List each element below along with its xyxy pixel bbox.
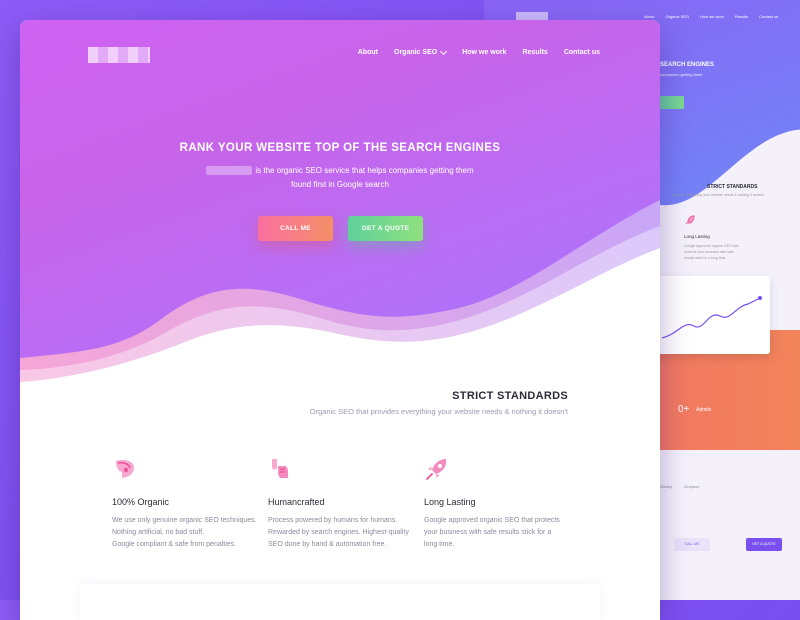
- landing-page: About Organic SEO How we work Results Co…: [20, 20, 660, 620]
- section-title: STRICT STANDARDS: [452, 390, 568, 402]
- feature-desc: Google approved organic SEO that protect…: [424, 515, 584, 551]
- hero-subtitle-line1: is the organic SEO service that helps co…: [255, 166, 474, 175]
- humancrafted-icon: [272, 459, 288, 478]
- rocket-icon: [426, 459, 447, 480]
- feature-desc-line: long time.: [424, 541, 455, 548]
- feature-title: Long Lasting: [424, 497, 476, 507]
- feature-desc-line: Process powered by humans for humans.: [268, 517, 398, 524]
- bg-brand-dropbox: Dropbox: [684, 484, 700, 489]
- organic-icon: [116, 460, 135, 478]
- bg-long-desc: Google approved organic SEO that protect…: [684, 244, 739, 260]
- bg-long-title: Long Lasting: [684, 234, 710, 239]
- bg-admits-label: Admits: [696, 407, 712, 413]
- bg-trend-line: [661, 296, 762, 339]
- nav-organic-seo-label: Organic SEO: [394, 49, 438, 56]
- bg-strict-sub: provides everything your website needs &…: [672, 193, 765, 197]
- feature-desc-line: your business with safe results stick fo…: [424, 529, 552, 536]
- nav-results[interactable]: Results: [523, 49, 548, 56]
- bg-nav-organic: Organic SEO: [665, 14, 690, 19]
- bg-hero-sub: companies getting them: [660, 72, 703, 77]
- bg-nav-about: About: [644, 14, 655, 19]
- feature-desc-line: Google compliant & safe from penalties.: [112, 541, 237, 548]
- feature-desc: Process powered by humans for humans. Re…: [268, 515, 428, 551]
- bg-call-button: CALL ME: [674, 538, 710, 551]
- feature-desc-line: Rewarded by search engines. Highest-qual…: [268, 529, 409, 536]
- bg-logo: [516, 12, 548, 20]
- bg-quote-button: [656, 96, 684, 109]
- bg-rocket-icon: [685, 215, 695, 225]
- main-nav: About Organic SEO How we work Results Co…: [358, 47, 600, 56]
- feature-organic: 100% Organic We use only genuine organic…: [112, 456, 272, 551]
- chevron-down-icon: [440, 47, 448, 55]
- nav-how-we-work[interactable]: How we work: [462, 49, 506, 56]
- bg-brand-disney: Disney: [660, 484, 673, 489]
- get-quote-button[interactable]: GET A QUOTE: [348, 216, 423, 241]
- hero-subtitle-line2: found first in Google search: [291, 180, 389, 189]
- bg-brand-logos: Disney Dropbox: [660, 484, 699, 489]
- feature-title: Humancrafted: [268, 497, 325, 507]
- feature-long-lasting: Long Lasting Google approved organic SEO…: [424, 456, 584, 551]
- call-me-button[interactable]: CALL ME: [258, 216, 333, 241]
- bg-admits-number: 0+: [678, 404, 690, 415]
- feature-humancrafted: Humancrafted Process powered by humans f…: [268, 456, 428, 551]
- section-subtitle: Organic SEO that provides everything you…: [309, 407, 568, 416]
- feature-desc-line: Nothing artificial, no bad stuff.: [112, 529, 205, 536]
- nav-about[interactable]: About: [358, 49, 378, 56]
- bg-chart-card: [656, 276, 770, 354]
- feature-desc-line: SEO done by hand & automation free.: [268, 541, 387, 548]
- nav-contact-us[interactable]: Contact us: [564, 49, 600, 56]
- hero-wave: [20, 200, 660, 420]
- bg-strict-title: STRICT STANDARDS: [707, 184, 758, 190]
- bg-nav-contact: Contact us: [759, 14, 779, 19]
- next-section-card: [80, 584, 600, 620]
- feature-desc-line: Google approved organic SEO that protect…: [424, 517, 560, 524]
- blurred-company-name: [206, 166, 253, 176]
- bg-quote-button-bottom: GET A QUOTE: [746, 538, 782, 551]
- hero-subtitle: is the organic SEO service that helps co…: [200, 164, 480, 192]
- brand-logo[interactable]: [88, 47, 150, 63]
- feature-desc-line: We use only genuine organic SEO techniqu…: [112, 517, 257, 524]
- bg-nav: About Organic SEO How we work Results Co…: [644, 14, 778, 19]
- nav-organic-seo[interactable]: Organic SEO: [394, 47, 448, 56]
- bg-nav-results: Results: [734, 14, 749, 19]
- bg-nav-how: How we work: [700, 14, 724, 19]
- feature-desc: We use only genuine organic SEO techniqu…: [112, 515, 272, 551]
- bg-hero-title: SEARCH ENGINES: [660, 62, 715, 68]
- hero-title: RANK YOUR WEBSITE TOP OF THE SEARCH ENGI…: [179, 142, 501, 154]
- feature-title: 100% Organic: [112, 497, 170, 507]
